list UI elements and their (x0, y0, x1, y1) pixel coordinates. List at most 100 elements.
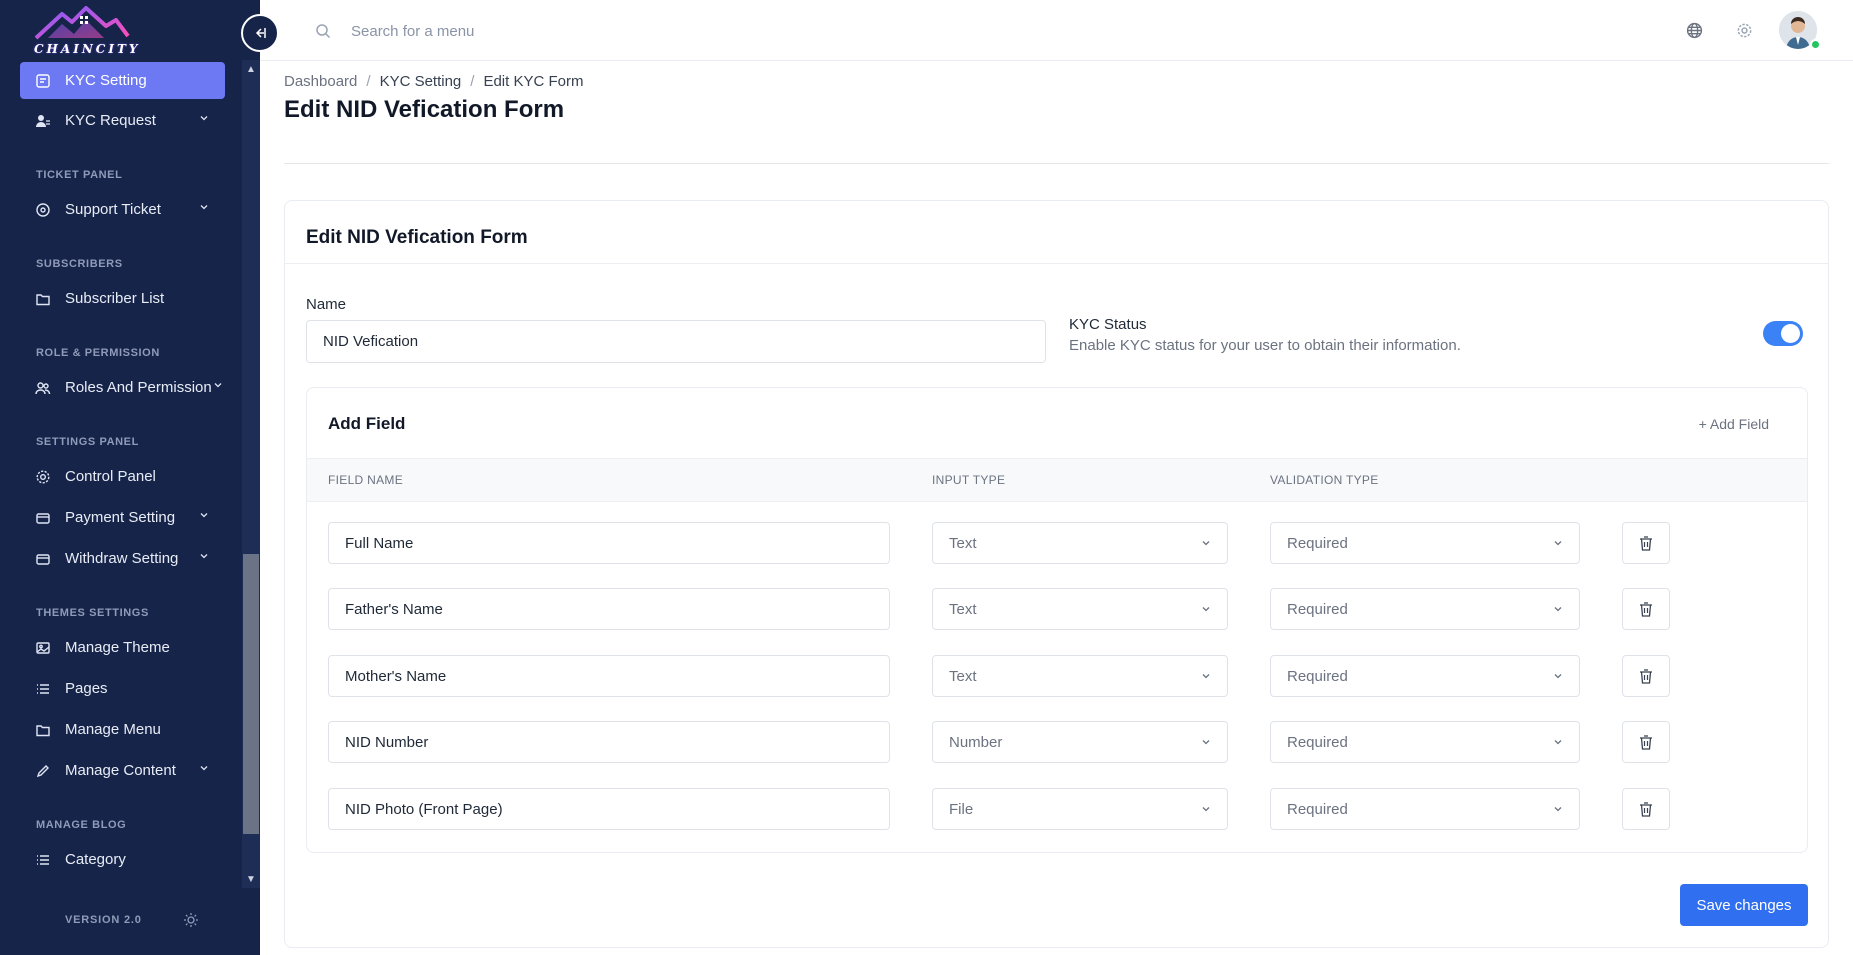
field-name-input[interactable] (328, 522, 890, 564)
card-title: Edit NID Vefication Form (306, 227, 528, 248)
sidebar-item-kyc-request[interactable]: KYC Request (20, 102, 225, 139)
validation-type-select[interactable]: Required (1270, 788, 1580, 830)
section-manage-blog: MANAGE BLOG (36, 819, 127, 831)
delete-row-button[interactable] (1622, 588, 1670, 630)
settings-gear-icon[interactable] (1736, 22, 1753, 39)
input-type-value: Text (949, 600, 977, 618)
sidebar-scrollbar[interactable]: ▲ ▼ (242, 60, 260, 888)
sidebar-item-payment-setting[interactable]: Payment Setting (20, 499, 225, 536)
save-changes-button[interactable]: Save changes (1680, 884, 1808, 926)
sidebar-item-roles-permission[interactable]: Roles And Permission (20, 369, 225, 406)
chevron-down-icon (1554, 674, 1562, 679)
chevron-down-icon (200, 205, 208, 210)
chevron-down-icon (1202, 607, 1210, 612)
sidebar-item-label: Manage Content (65, 762, 176, 779)
chevron-down-icon (214, 383, 222, 388)
card-divider (285, 263, 1828, 264)
input-type-select[interactable]: Text (932, 522, 1228, 564)
image-icon (34, 639, 52, 657)
validation-type-value: Required (1287, 800, 1348, 818)
sidebar-item-label: Payment Setting (65, 509, 176, 526)
folder-icon (34, 721, 52, 739)
sidebar-item-kyc-setting[interactable]: KYC Setting (20, 62, 225, 99)
validation-type-select[interactable]: Required (1270, 721, 1580, 763)
wallet-icon (34, 550, 52, 568)
add-field-title: Add Field (328, 414, 406, 433)
sidebar-item-manage-menu[interactable]: Manage Menu (20, 711, 225, 748)
breadcrumb-dashboard[interactable]: Dashboard (284, 73, 357, 90)
scroll-up-icon[interactable]: ▲ (246, 64, 256, 75)
scrollbar-thumb[interactable] (243, 554, 259, 834)
trash-icon (1640, 801, 1652, 817)
breadcrumb-current: Edit KYC Form (483, 73, 584, 90)
table-header: FIELD NAME INPUT TYPE VALIDATION TYPE (307, 458, 1807, 502)
trash-icon (1640, 535, 1652, 551)
version-label: VERSION 2.0 (65, 914, 142, 926)
chevron-down-icon (200, 513, 208, 518)
kyc-status-toggle[interactable] (1763, 321, 1803, 346)
sidebar-item-label: Roles And Permission (65, 379, 212, 396)
sidebar-collapse-button[interactable] (241, 14, 279, 52)
field-name-input[interactable] (328, 788, 890, 830)
sidebar-item-category[interactable]: Category (20, 841, 225, 878)
kyc-status-description: Enable KYC status for your user to obtai… (1069, 337, 1461, 354)
input-type-select[interactable]: Text (932, 655, 1228, 697)
delete-row-button[interactable] (1622, 655, 1670, 697)
pencil-icon (34, 762, 52, 780)
sidebar-item-label: Pages (65, 680, 108, 697)
globe-icon[interactable] (1686, 22, 1703, 39)
logo-text: CHAINCITY (34, 42, 141, 56)
house-logo-icon (34, 6, 130, 40)
sun-icon[interactable] (183, 912, 199, 928)
chevron-down-icon (1202, 807, 1210, 812)
sidebar-item-pages[interactable]: Pages (20, 670, 225, 707)
document-icon (34, 72, 52, 90)
sidebar-nav: KYC Setting KYC Request TICKET PANEL Sup… (0, 60, 242, 888)
validation-type-value: Required (1287, 600, 1348, 618)
wallet-icon (34, 509, 52, 527)
trash-icon (1640, 601, 1652, 617)
delete-row-button[interactable] (1622, 721, 1670, 763)
sidebar-item-label: Category (65, 851, 126, 868)
sidebar-item-manage-theme[interactable]: Manage Theme (20, 629, 225, 666)
validation-type-select[interactable]: Required (1270, 588, 1580, 630)
breadcrumb-kyc-setting[interactable]: KYC Setting (380, 73, 462, 90)
delete-row-button[interactable] (1622, 522, 1670, 564)
validation-type-value: Required (1287, 534, 1348, 552)
field-name-input[interactable] (328, 588, 890, 630)
table-row: Number Required (307, 721, 1807, 765)
input-type-value: Text (949, 667, 977, 685)
input-type-select[interactable]: File (932, 788, 1228, 830)
scroll-down-icon[interactable]: ▼ (246, 874, 256, 885)
sidebar-item-label: Withdraw Setting (65, 550, 179, 567)
sidebar-item-support-ticket[interactable]: Support Ticket (20, 191, 225, 228)
chevron-down-icon (200, 554, 208, 559)
input-type-select[interactable]: Text (932, 588, 1228, 630)
chevron-down-icon (200, 766, 208, 771)
chevron-down-icon (1554, 607, 1562, 612)
input-type-select[interactable]: Number (932, 721, 1228, 763)
field-name-input[interactable] (328, 721, 890, 763)
table-row: Text Required (307, 588, 1807, 632)
folder-icon (34, 290, 52, 308)
add-field-link[interactable]: + Add Field (1699, 416, 1769, 432)
sidebar-item-control-panel[interactable]: Control Panel (20, 458, 225, 495)
sidebar-item-label: Control Panel (65, 468, 156, 485)
search-input[interactable] (351, 18, 751, 44)
validation-type-value: Required (1287, 667, 1348, 685)
field-name-input[interactable] (328, 655, 890, 697)
chevron-down-icon (1202, 541, 1210, 546)
chevron-down-icon (1202, 674, 1210, 679)
input-type-value: Text (949, 534, 977, 552)
name-field[interactable] (306, 320, 1046, 363)
sidebar-item-subscriber-list[interactable]: Subscriber List (20, 280, 225, 317)
chaincity-logo[interactable]: CHAINCITY (28, 0, 137, 58)
sidebar-item-withdraw-setting[interactable]: Withdraw Setting (20, 540, 225, 577)
validation-type-select[interactable]: Required (1270, 655, 1580, 697)
section-settings-panel: SETTINGS PANEL (36, 436, 139, 448)
sidebar-item-manage-content[interactable]: Manage Content (20, 752, 225, 789)
validation-type-select[interactable]: Required (1270, 522, 1580, 564)
table-row: Text Required (307, 655, 1807, 699)
delete-row-button[interactable] (1622, 788, 1670, 830)
chevron-down-icon (1202, 740, 1210, 745)
